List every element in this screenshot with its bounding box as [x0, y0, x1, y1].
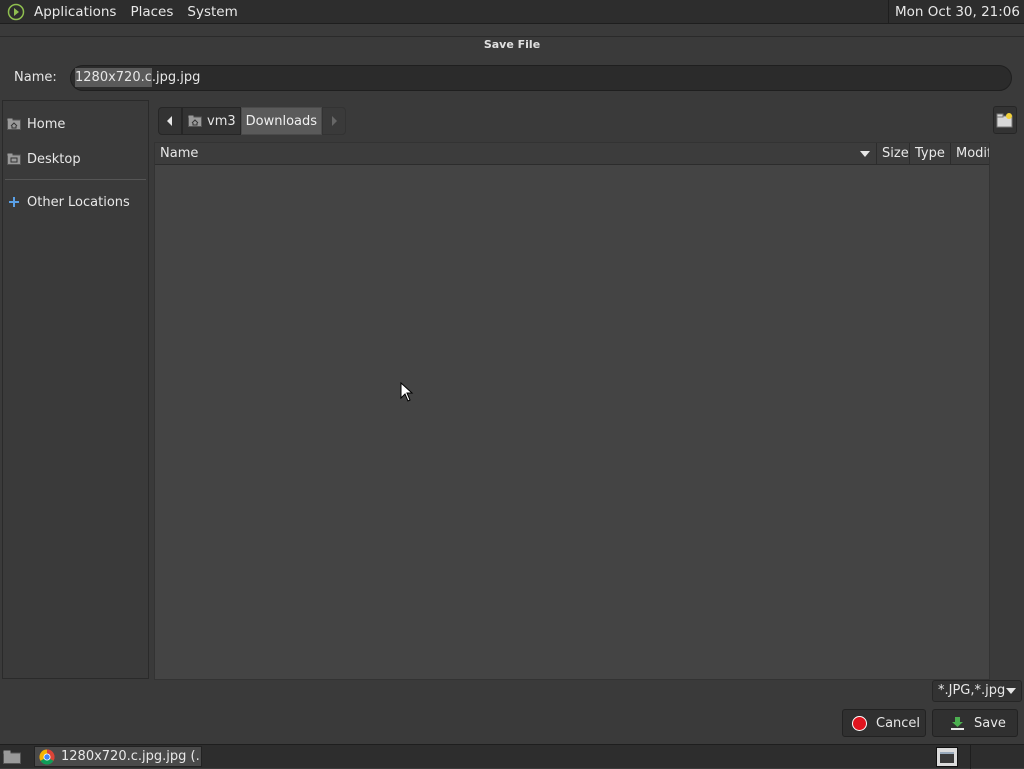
menu-system[interactable]: System [187, 4, 237, 20]
desktop-folder-icon [3, 750, 21, 764]
sidebar-item-label: Home [27, 116, 66, 132]
save-download-icon [950, 716, 965, 731]
chrome-icon [39, 749, 55, 765]
tray-separator [970, 745, 971, 769]
taskbar-window-label: 1280x720.c.jpg.jpg (... [61, 749, 202, 764]
column-header-modified[interactable]: Modif [951, 143, 989, 165]
chevron-right-icon [332, 116, 338, 126]
menu-places[interactable]: Places [130, 4, 173, 20]
filename-selected-text: 1280x720.c [75, 68, 152, 87]
column-label: Name [160, 146, 199, 161]
desktop-folder-icon [7, 153, 21, 165]
dialog-title: Save File [483, 38, 541, 51]
create-folder-button[interactable] [993, 106, 1017, 134]
top-panel: Applications Places System Mon Oct 30, 2… [0, 0, 1024, 24]
show-desktop-button[interactable] [2, 748, 22, 766]
sidebar-item-home[interactable]: Home [7, 113, 65, 135]
column-header-type[interactable]: Type [910, 143, 951, 165]
path-segment-label: Downloads [245, 113, 318, 129]
path-segment-downloads[interactable]: Downloads [240, 107, 323, 135]
taskbar-window-button[interactable]: 1280x720.c.jpg.jpg (... [34, 746, 202, 767]
sidebar-item-other-locations[interactable]: Other Locations [7, 191, 130, 213]
name-label: Name: [14, 70, 57, 85]
sidebar-item-label: Other Locations [27, 194, 130, 210]
sidebar-separator [5, 179, 146, 180]
home-folder-icon [7, 118, 21, 130]
sidebar-item-desktop[interactable]: Desktop [7, 148, 81, 170]
sort-descending-icon [860, 151, 870, 157]
file-list[interactable]: Name Size Type Modif [154, 142, 990, 680]
save-label: Save [974, 715, 1006, 731]
cancel-button[interactable]: Cancel [842, 709, 926, 737]
file-type-filter-select[interactable]: *.JPG,*.jpg [932, 680, 1022, 702]
workspace-window-thumbnail [940, 752, 954, 763]
filter-value: *.JPG,*.jpg [938, 683, 1006, 698]
workspace-switcher[interactable] [936, 747, 958, 767]
name-row: Name: 1280x720.c.jpg.jpg [0, 64, 1024, 94]
places-sidebar: Home Desktop Other Locations [2, 100, 149, 679]
menu-applications[interactable]: Applications [34, 4, 116, 20]
mouse-pointer-icon [400, 382, 414, 402]
plus-icon [7, 196, 21, 208]
path-bar: vm3 Downloads [158, 106, 347, 136]
cancel-icon [852, 715, 867, 731]
chevron-left-icon [167, 116, 172, 126]
chevron-down-icon [1006, 688, 1016, 694]
column-header-name[interactable]: Name [155, 143, 877, 165]
new-folder-icon [996, 113, 1013, 128]
scroll-gutter [991, 142, 1022, 680]
path-segment-label: vm3 [207, 113, 236, 129]
taskbar: 1280x720.c.jpg.jpg (... [0, 744, 1024, 769]
filename-extension-text: .jpg.jpg [151, 70, 201, 85]
save-file-dialog: Save File Name: 1280x720.c.jpg.jpg Home … [0, 24, 1024, 744]
filename-input[interactable]: 1280x720.c.jpg.jpg [70, 65, 1012, 91]
column-header-size[interactable]: Size [877, 143, 910, 165]
file-browser-pane: vm3 Downloads Name Size Type Modif [153, 100, 1022, 680]
sidebar-item-label: Desktop [27, 151, 81, 167]
path-back-button[interactable] [158, 107, 182, 135]
path-segment-vm3[interactable]: vm3 [182, 107, 241, 135]
save-button[interactable]: Save [932, 709, 1018, 737]
home-folder-icon [188, 115, 202, 127]
file-list-header: Name Size Type Modif [155, 143, 989, 165]
applications-logo-icon[interactable] [6, 2, 26, 22]
clock[interactable]: Mon Oct 30, 21:06 [887, 0, 1020, 24]
cancel-label: Cancel [876, 715, 921, 731]
path-forward-button[interactable] [322, 107, 347, 135]
